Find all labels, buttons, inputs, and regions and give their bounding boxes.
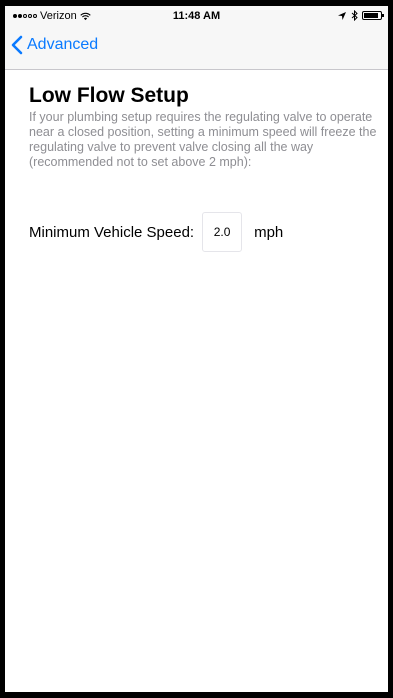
page-description: If your plumbing setup requires the regu… xyxy=(29,110,377,169)
back-button[interactable]: Advanced xyxy=(11,35,98,55)
battery-icon xyxy=(362,11,384,20)
navigation-bar: Advanced xyxy=(5,26,388,70)
status-bar: Verizon 11:48 AM xyxy=(5,6,388,26)
minimum-speed-row: Minimum Vehicle Speed: mph xyxy=(29,212,283,252)
minimum-speed-input[interactable] xyxy=(202,212,243,252)
content-area: Low Flow Setup If your plumbing setup re… xyxy=(5,70,388,692)
status-right xyxy=(337,10,384,21)
back-button-label: Advanced xyxy=(27,36,99,53)
minimum-speed-label: Minimum Vehicle Speed: xyxy=(29,223,195,241)
status-time: 11:48 AM xyxy=(172,10,221,22)
battery-level xyxy=(364,13,378,18)
bluetooth-icon xyxy=(351,10,358,21)
screen: Verizon 11:48 AM Advanced Low Flow Setup… xyxy=(5,6,388,692)
location-arrow-icon xyxy=(338,11,346,20)
chevron-left-icon xyxy=(11,35,23,55)
page-title: Low Flow Setup xyxy=(29,84,189,107)
speed-unit-label: mph xyxy=(254,223,284,241)
device-frame: Verizon 11:48 AM Advanced Low Flow Setup… xyxy=(0,0,393,698)
